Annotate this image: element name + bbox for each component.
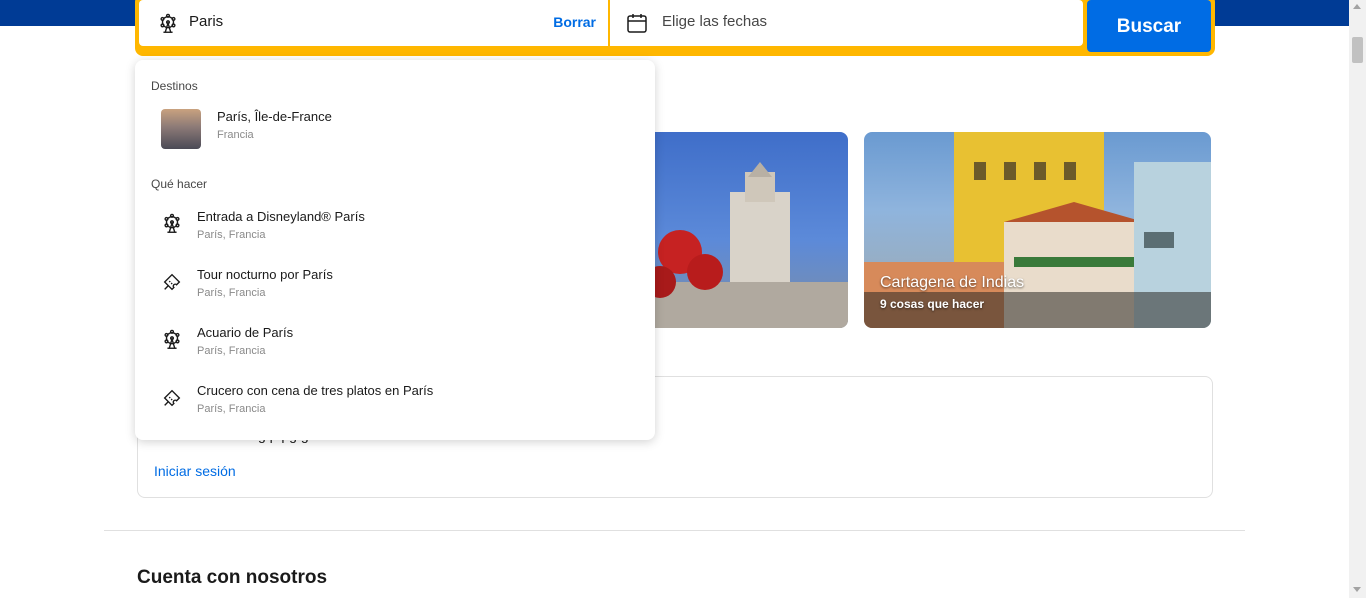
destinations-heading: Destinos [151,79,198,93]
destination-input[interactable]: Paris [189,13,223,30]
card-subtitle: 9 cosas que hacer [880,297,985,311]
autocomplete-dropdown: Destinos París, Île-de-France Francia Qu… [135,60,655,440]
card-title: Cartagena de Indias [880,274,1025,291]
ferris-wheel-icon [160,13,176,33]
dropdown-activity-item[interactable]: Entrada a Disneyland® París París, Franc… [151,209,639,261]
dropdown-destination-item[interactable]: París, Île-de-France Francia [151,109,639,161]
dropdown-activity-item[interactable]: Crucero con cena de tres platos en París… [151,383,639,435]
page-scrollbar[interactable] [1349,0,1366,598]
date-placeholder: Elige las fechas [662,13,768,30]
section-divider [104,530,1245,531]
scroll-down-arrow-icon[interactable] [1353,587,1361,592]
signin-link[interactable]: Iniciar sesión [154,463,236,479]
item-title: Crucero con cena de tres platos en París [197,383,434,398]
scrollbar-thumb[interactable] [1352,37,1363,63]
item-title: Tour nocturno por París [197,267,333,282]
section-title: Cuenta con nosotros [137,567,328,588]
activities-heading: Qué hacer [151,177,208,191]
item-title: París, Île-de-France [217,109,332,124]
ticket-icon [163,389,181,407]
item-title: Entrada a Disneyland® París [197,209,365,224]
dropdown-activity-item[interactable]: Acuario de París París, Francia [151,325,639,377]
date-field[interactable]: Elige las fechas [610,0,1083,46]
calendar-icon [627,14,647,33]
item-subtitle: París, Francia [197,229,266,241]
city-photo-thumbnail [161,109,201,149]
item-title: Acuario de París [197,325,294,340]
scroll-up-arrow-icon[interactable] [1353,4,1361,9]
item-subtitle: París, Francia [197,345,266,357]
ferris-wheel-icon [164,329,180,349]
ferris-wheel-icon [164,213,180,233]
page: Cartagena de Indias 9 cosas que hacer g … [0,0,1366,598]
destination-card-cartagena[interactable]: Cartagena de Indias 9 cosas que hacer [864,132,1211,328]
item-subtitle: París, Francia [197,287,266,299]
destination-field[interactable]: Paris Borrar [139,0,608,46]
search-button[interactable]: Buscar [1087,0,1211,52]
item-subtitle: París, Francia [197,403,266,415]
dropdown-activity-item[interactable]: Tour nocturno por París París, Francia [151,267,639,319]
clear-button[interactable]: Borrar [553,14,596,30]
ticket-icon [163,273,181,291]
item-subtitle: Francia [217,129,254,141]
search-bar: Paris Borrar Elige las fechas Buscar [135,0,1215,56]
